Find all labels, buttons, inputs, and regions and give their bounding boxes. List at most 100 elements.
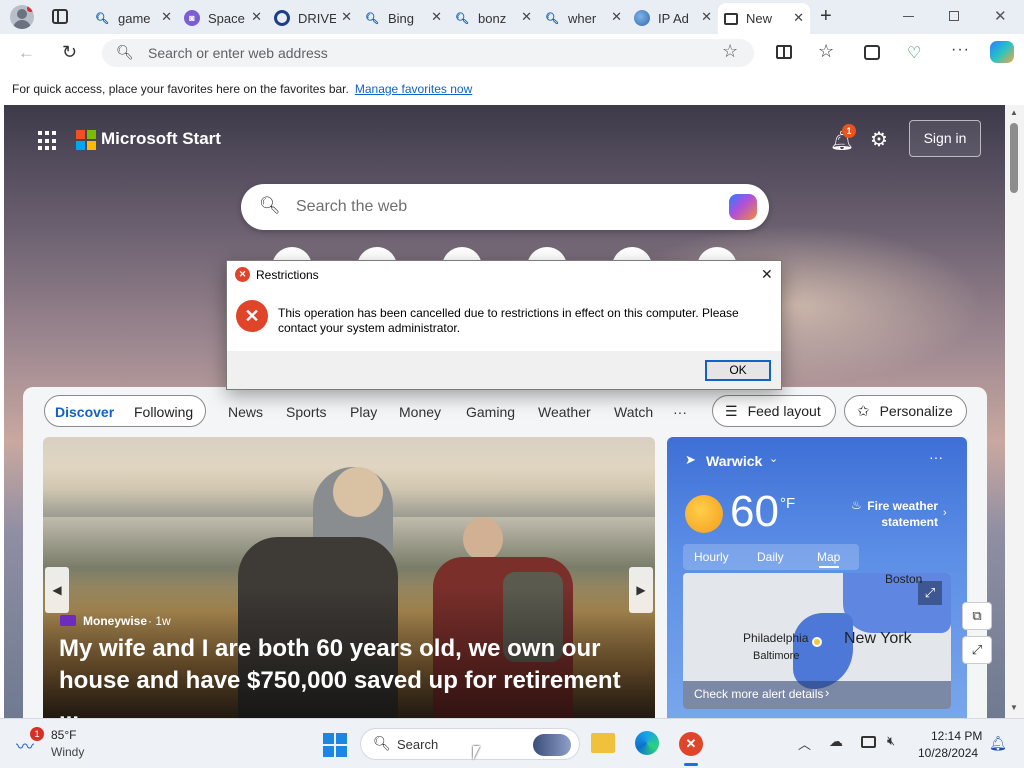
browser-tab-active[interactable]: New ✕ xyxy=(718,3,810,34)
sparkle-star-icon: ✩ xyxy=(857,403,870,420)
tab-discover[interactable]: Discover xyxy=(55,404,114,420)
article-age: · 1w xyxy=(148,614,171,628)
browser-essentials-icon[interactable]: ♡ xyxy=(907,43,921,63)
taskbar-weather-widget[interactable]: 〰 1 85°F Windy xyxy=(16,727,106,761)
browser-tab[interactable]: 🔍︎ wher ✕ xyxy=(538,5,628,31)
hero-article-card[interactable]: ◀ ▶ Moneywise · 1w My wife and I are bot… xyxy=(43,437,655,718)
carousel-prev-button[interactable]: ◀ xyxy=(45,567,69,613)
sign-in-button[interactable]: Sign in xyxy=(909,120,981,157)
edge-browser-icon[interactable] xyxy=(635,731,659,755)
taskbar-temp: 85°F xyxy=(51,728,77,742)
ok-button[interactable]: OK xyxy=(705,360,771,381)
source-logo-icon xyxy=(60,615,76,626)
show-hidden-icons-chevron[interactable]: ︿ xyxy=(798,734,811,753)
tab-following[interactable]: Following xyxy=(134,404,193,420)
search-icon: 🔍︎ xyxy=(373,735,391,751)
alert-details-link[interactable]: Check more alert details xyxy=(694,687,823,701)
volume-muted-icon[interactable]: 🔇︎ xyxy=(887,733,895,749)
article-headline[interactable]: My wife and I are both 60 years old, we … xyxy=(59,633,639,718)
refresh-icon[interactable]: ↻ xyxy=(62,42,77,63)
weather-map[interactable]: Boston Philadelphia Baltimore New York ⤢… xyxy=(683,573,951,709)
more-options-icon[interactable]: ··· xyxy=(929,449,943,465)
dialog-close-icon[interactable]: ✕ xyxy=(761,266,773,283)
tab-daily[interactable]: Daily xyxy=(757,550,784,564)
address-input[interactable]: Search or enter web address xyxy=(148,45,328,61)
manage-favorites-link[interactable]: Manage favorites now xyxy=(355,82,472,96)
nav-watch[interactable]: Watch xyxy=(614,404,653,420)
close-tab-icon[interactable]: ✕ xyxy=(701,9,712,25)
taskbar-time[interactable]: 12:14 PM xyxy=(931,729,982,743)
browser-tab[interactable]: IP Ad ✕ xyxy=(628,5,718,31)
error-app-icon[interactable]: ✕ xyxy=(679,732,703,756)
favorite-star-icon[interactable]: ☆ xyxy=(722,41,738,62)
fullscreen-button[interactable]: ⤢ xyxy=(962,636,992,664)
notification-bell-icon[interactable]: 🔔︎ xyxy=(989,735,1007,752)
browser-tab[interactable]: 🔍︎ Bing ✕ xyxy=(358,5,448,31)
copilot-icon[interactable] xyxy=(990,41,1014,63)
nav-gaming[interactable]: Gaming xyxy=(466,404,515,420)
close-tab-icon[interactable]: ✕ xyxy=(341,9,352,25)
search-highlight-icon xyxy=(533,734,571,756)
split-screen-icon[interactable] xyxy=(776,45,792,59)
bing-search-icon: 🔍︎ xyxy=(545,12,559,25)
weather-alert[interactable]: Fire weather statement xyxy=(862,498,938,530)
page-scrollbar[interactable]: ▲ ▼ xyxy=(1005,105,1024,718)
favorites-icon[interactable]: ☆ xyxy=(818,41,834,62)
fire-icon: ♨ xyxy=(851,498,862,512)
feedback-button[interactable]: ⧉ xyxy=(962,602,992,630)
close-tab-icon[interactable]: ✕ xyxy=(793,10,804,26)
nav-money[interactable]: Money xyxy=(399,404,441,420)
nav-play[interactable]: Play xyxy=(350,404,377,420)
web-search-box[interactable]: 🔍︎ Search the web xyxy=(241,184,769,230)
bing-search-icon: 🔍︎ xyxy=(365,12,379,25)
nav-sports[interactable]: Sports xyxy=(286,404,326,420)
collections-icon[interactable] xyxy=(864,45,880,60)
tab-actions-icon[interactable] xyxy=(52,9,68,24)
map-label-boston: Boston xyxy=(885,573,923,586)
display-icon[interactable] xyxy=(861,736,876,748)
browser-tab[interactable]: DRIVE ✕ xyxy=(268,5,358,31)
close-window-button[interactable]: ✕ xyxy=(994,7,1007,25)
more-menu-icon[interactable]: ··· xyxy=(951,41,970,59)
weather-location[interactable]: Warwick xyxy=(706,453,762,469)
browser-tab[interactable]: 🔍︎ bonz ✕ xyxy=(448,5,538,31)
chevron-right-icon[interactable]: › xyxy=(943,507,947,519)
file-explorer-icon[interactable] xyxy=(591,733,615,753)
settings-gear-icon[interactable]: ⚙ xyxy=(870,127,888,152)
weather-card[interactable]: ➤ Warwick ⌄ ··· 60 °F ♨ Fire weather sta… xyxy=(667,437,967,718)
weather-badge: 1 xyxy=(30,727,44,741)
chevron-down-icon[interactable]: ⌄ xyxy=(769,452,778,465)
address-bar[interactable]: 🔍︎ Search or enter web address ☆ xyxy=(102,39,754,67)
tab-map[interactable]: Map xyxy=(817,550,840,564)
minimize-button[interactable] xyxy=(903,16,914,17)
carousel-next-button[interactable]: ▶ xyxy=(629,567,653,613)
taskbar-search-box[interactable]: 🔍︎ Search xyxy=(360,728,580,760)
close-tab-icon[interactable]: ✕ xyxy=(251,9,262,25)
web-search-input[interactable]: Search the web xyxy=(296,198,407,216)
new-tab-page: Microsoft Start 🔔︎ 1 ⚙ Sign in 🔍︎ Search… xyxy=(4,105,1005,718)
close-tab-icon[interactable]: ✕ xyxy=(521,9,532,25)
back-arrow-icon[interactable]: ← xyxy=(18,43,35,63)
close-tab-icon[interactable]: ✕ xyxy=(611,9,622,25)
new-tab-button[interactable]: + xyxy=(820,5,832,28)
close-tab-icon[interactable]: ✕ xyxy=(161,9,172,25)
restore-button[interactable] xyxy=(949,11,959,21)
profile-avatar[interactable] xyxy=(10,5,34,29)
cloud-icon[interactable]: ☁ xyxy=(829,733,843,750)
tab-hourly[interactable]: Hourly xyxy=(694,550,729,564)
personalize-button[interactable]: ✩ Personalize xyxy=(844,395,967,427)
browser-tab[interactable]: ◙ Space ✕ xyxy=(178,5,268,31)
expand-map-icon[interactable]: ⤢ xyxy=(918,581,942,605)
nav-weather[interactable]: Weather xyxy=(538,404,591,420)
taskbar: 〰 1 85°F Windy 🔍︎ Search ✕ ︿ ☁ 🔇︎ 12:14 … xyxy=(0,718,1024,768)
start-button[interactable] xyxy=(323,733,347,757)
browser-tab[interactable]: 🔍︎ game ✕ xyxy=(88,5,178,31)
app-launcher-icon[interactable] xyxy=(38,131,58,151)
feed-layout-button[interactable]: ☰ Feed layout xyxy=(712,395,836,427)
nav-more[interactable]: ··· xyxy=(673,404,687,420)
close-tab-icon[interactable]: ✕ xyxy=(431,9,442,25)
nav-news[interactable]: News xyxy=(228,404,263,420)
taskbar-weather-desc: Windy xyxy=(51,745,85,759)
taskbar-date[interactable]: 10/28/2024 xyxy=(918,746,978,760)
copilot-icon[interactable] xyxy=(729,194,757,220)
